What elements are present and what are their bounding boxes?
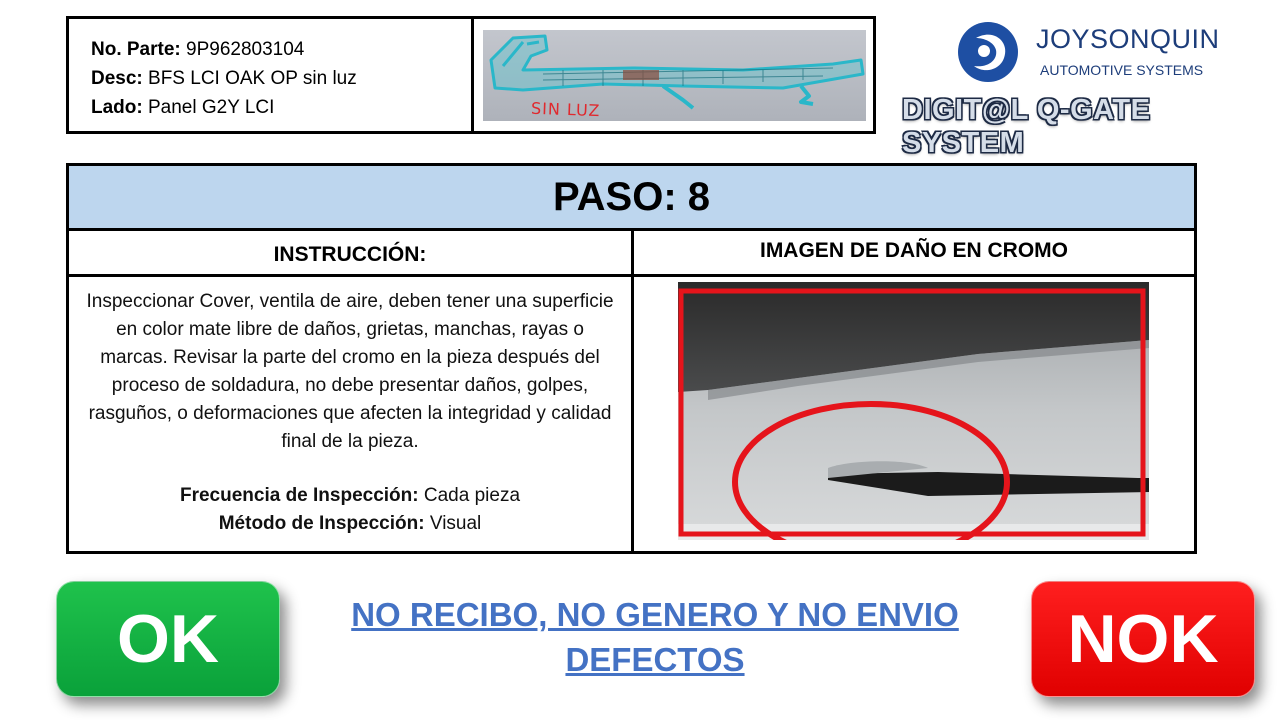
frequency-label: Frecuencia de Inspección: <box>179 485 419 506</box>
photo-annotation: SIN LUZ <box>530 98 601 121</box>
frequency-value: Cada pieza <box>423 485 521 506</box>
method-label: Método de Inspección: <box>218 513 425 534</box>
nok-button[interactable]: NOK <box>1031 581 1255 697</box>
system-title: DIGIT@L Q-GATE SYSTEM <box>902 94 1151 159</box>
policy-line-1: NO RECIBO, NO GENERO Y NO ENVIO <box>351 596 959 633</box>
side-value: Panel G2Y LCI <box>148 97 275 118</box>
side-row: Lado: Panel G2Y LCI <box>91 93 471 122</box>
frequency-row: Frecuencia de Inspección: Cada pieza <box>69 482 631 510</box>
damage-image-header: IMAGEN DE DAÑO EN CROMO <box>634 231 1194 277</box>
part-number-row: No. Parte: 9P962803104 <box>91 35 471 64</box>
inspection-details: Frecuencia de Inspección: Cada pieza Mét… <box>69 482 631 538</box>
step-title: PASO: 8 <box>69 166 1194 231</box>
company-subtitle: AUTOMOTIVE SYSTEMS <box>1040 62 1204 78</box>
method-row: Método de Inspección: Visual <box>69 510 631 538</box>
instruction-header: INSTRUCCIÓN: <box>69 231 631 277</box>
part-number-value: 9P962803104 <box>186 39 305 60</box>
ok-button[interactable]: OK <box>56 581 280 697</box>
chrome-damage-photo <box>678 282 1149 540</box>
description-row: Desc: BFS LCI OAK OP sin luz <box>91 64 471 93</box>
method-value: Visual <box>429 513 482 534</box>
part-photo: SIN LUZ <box>483 30 866 121</box>
quality-policy-text: NO RECIBO, NO GENERO Y NO ENVIO DEFECTOS <box>300 592 1010 682</box>
description-label: Desc: <box>91 68 143 89</box>
policy-line-2: DEFECTOS <box>565 641 745 678</box>
company-name: JOYSONQUIN <box>1036 24 1220 54</box>
instruction-text: Inspeccionar Cover, ventila de aire, deb… <box>86 291 614 452</box>
joysonquin-logo-icon <box>958 22 1018 82</box>
instruction-column: INSTRUCCIÓN: Inspeccionar Cover, ventila… <box>69 231 634 551</box>
part-info: No. Parte: 9P962803104 Desc: BFS LCI OAK… <box>69 19 474 131</box>
part-photo-cell: SIN LUZ <box>474 19 873 131</box>
part-number-label: No. Parte: <box>91 39 181 60</box>
description-value: BFS LCI OAK OP sin luz <box>148 68 357 89</box>
side-label: Lado: <box>91 97 143 118</box>
part-info-table: No. Parte: 9P962803104 Desc: BFS LCI OAK… <box>66 16 876 134</box>
